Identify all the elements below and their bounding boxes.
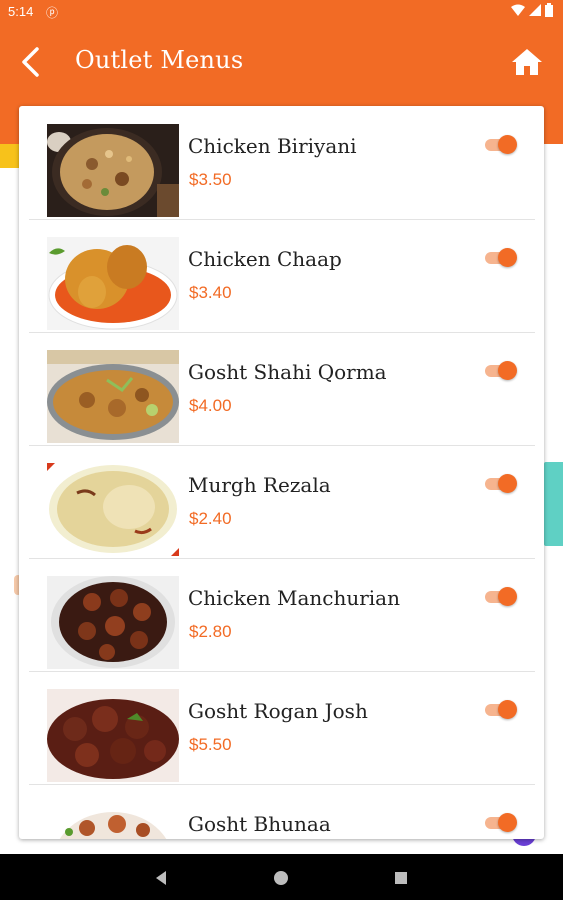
availability-toggle[interactable]	[485, 247, 517, 267]
menu-list-card: Chicken Biriyani $3.50 Chicken Chaap $3.…	[19, 106, 544, 839]
availability-toggle[interactable]	[485, 586, 517, 606]
menu-item-row: Chicken Chaap $3.40	[29, 219, 535, 333]
nav-back-button[interactable]	[151, 868, 171, 888]
menu-item-row: Chicken Manchurian $2.80	[29, 558, 535, 672]
dish-price: $3.50	[189, 170, 232, 189]
square-recents-icon	[395, 872, 407, 884]
dish-name: Chicken Chaap	[188, 247, 342, 271]
home-button[interactable]	[509, 44, 545, 80]
menu-item-row: Gosht Shahi Qorma $4.00	[29, 332, 535, 446]
background-accent	[0, 144, 20, 168]
dish-price: $2.80	[189, 622, 232, 641]
wifi-icon	[511, 4, 525, 16]
status-time: 5:14	[8, 4, 34, 19]
dish-image	[47, 689, 179, 782]
menu-item-row: Gosht Rogan Josh $5.50	[29, 671, 535, 785]
dish-name: Gosht Bhunaa	[188, 812, 331, 836]
home-icon	[512, 49, 542, 75]
dish-image	[47, 124, 179, 217]
dish-image	[47, 576, 179, 669]
dish-image	[47, 237, 179, 330]
back-arrow-icon	[22, 47, 39, 77]
notification-icon: ⓟ	[46, 6, 59, 20]
availability-toggle[interactable]	[485, 473, 517, 493]
system-nav-bar	[0, 854, 563, 900]
battery-icon	[545, 3, 553, 17]
nav-recents-button[interactable]	[391, 868, 411, 888]
availability-toggle[interactable]	[485, 134, 517, 154]
dish-image	[47, 350, 179, 443]
menu-item-row: Chicken Biriyani $3.50	[29, 106, 535, 220]
status-bar: 5:14 ⓟ	[0, 0, 563, 24]
dish-name: Gosht Rogan Josh	[188, 699, 368, 723]
page-title: Outlet Menus	[75, 46, 244, 74]
dish-name: Gosht Shahi Qorma	[188, 360, 387, 384]
status-icons	[511, 3, 553, 17]
dish-price: $3.40	[189, 283, 232, 302]
availability-toggle[interactable]	[485, 699, 517, 719]
dish-price: $2.40	[189, 509, 232, 528]
dish-image	[47, 802, 179, 839]
circle-home-icon	[274, 871, 288, 885]
nav-home-button[interactable]	[271, 868, 291, 888]
dish-name: Chicken Manchurian	[188, 586, 400, 610]
dish-price: $5.50	[189, 735, 232, 754]
availability-toggle[interactable]	[485, 812, 517, 832]
background-accent	[544, 462, 563, 546]
dish-name: Chicken Biriyani	[188, 134, 357, 158]
availability-toggle[interactable]	[485, 360, 517, 380]
dish-image	[47, 463, 179, 556]
triangle-back-icon	[156, 871, 166, 885]
dish-name: Murgh Rezala	[188, 473, 331, 497]
signal-icon	[529, 4, 541, 16]
back-button[interactable]	[14, 42, 46, 82]
menu-item-row: Gosht Bhunaa	[29, 784, 535, 839]
menu-item-row: Murgh Rezala $2.40	[29, 445, 535, 559]
dish-price: $4.00	[189, 396, 232, 415]
